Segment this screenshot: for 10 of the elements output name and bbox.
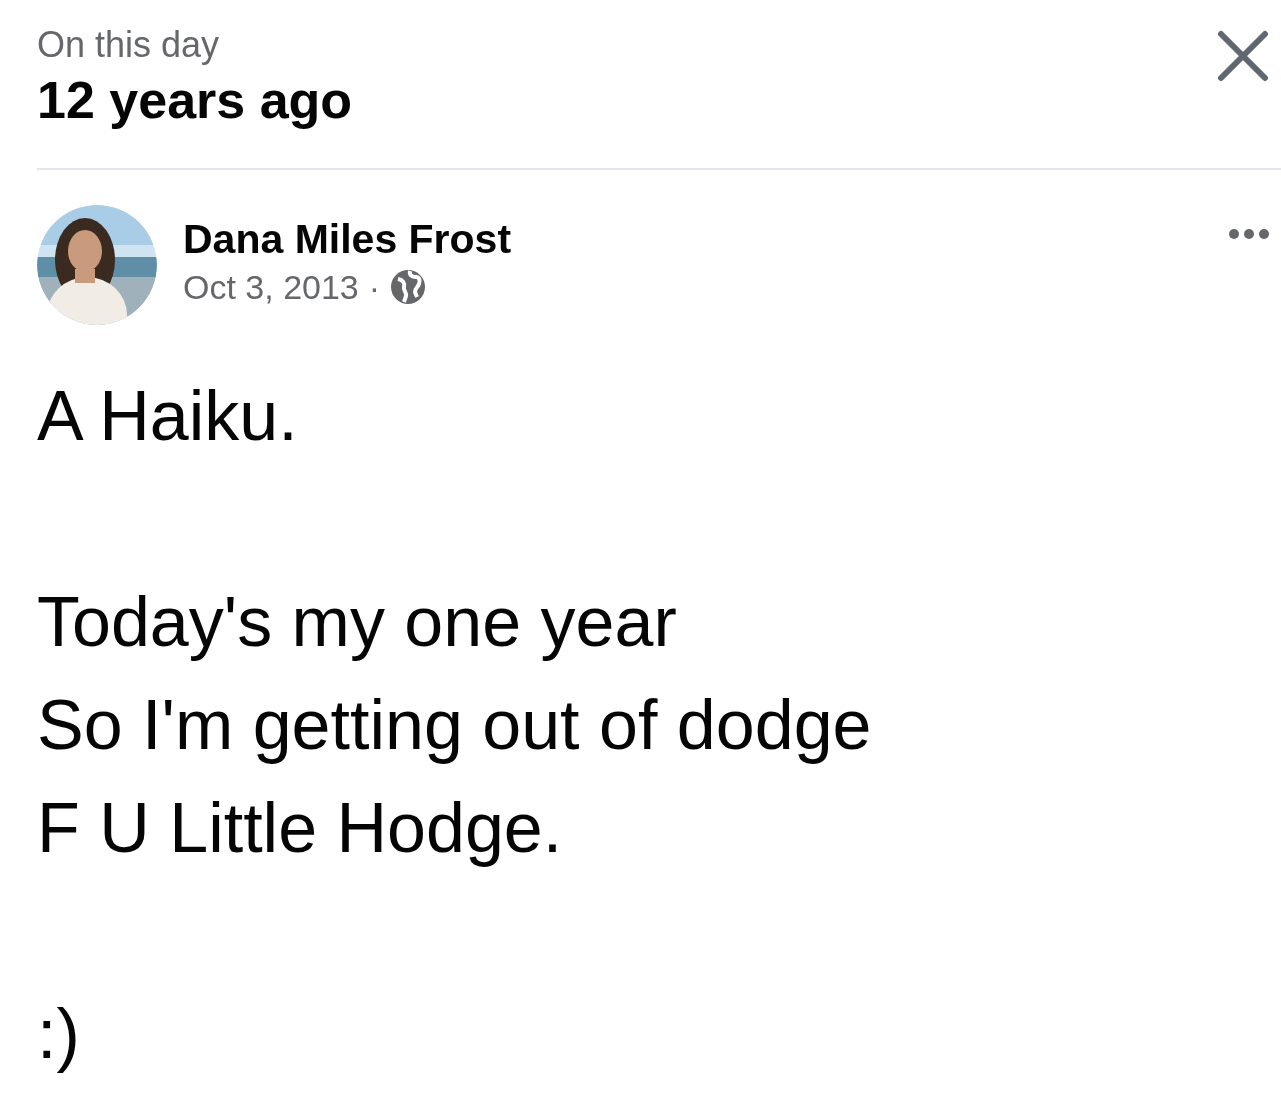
separator: · [368,267,381,308]
title: 12 years ago [37,70,353,131]
subtitle: On this day [37,23,221,67]
more-button[interactable] [1229,229,1269,239]
more-icon [1229,229,1269,239]
close-icon [1217,30,1269,82]
globe-icon [390,269,427,305]
post-text: A Haiku. Today's my one year So I'm getting out of dodge F U Little Hodge. :) [37,376,873,1075]
author-name[interactable]: Dana Miles Frost [183,213,512,265]
post-date[interactable]: Oct 3, 2013 [183,265,359,309]
